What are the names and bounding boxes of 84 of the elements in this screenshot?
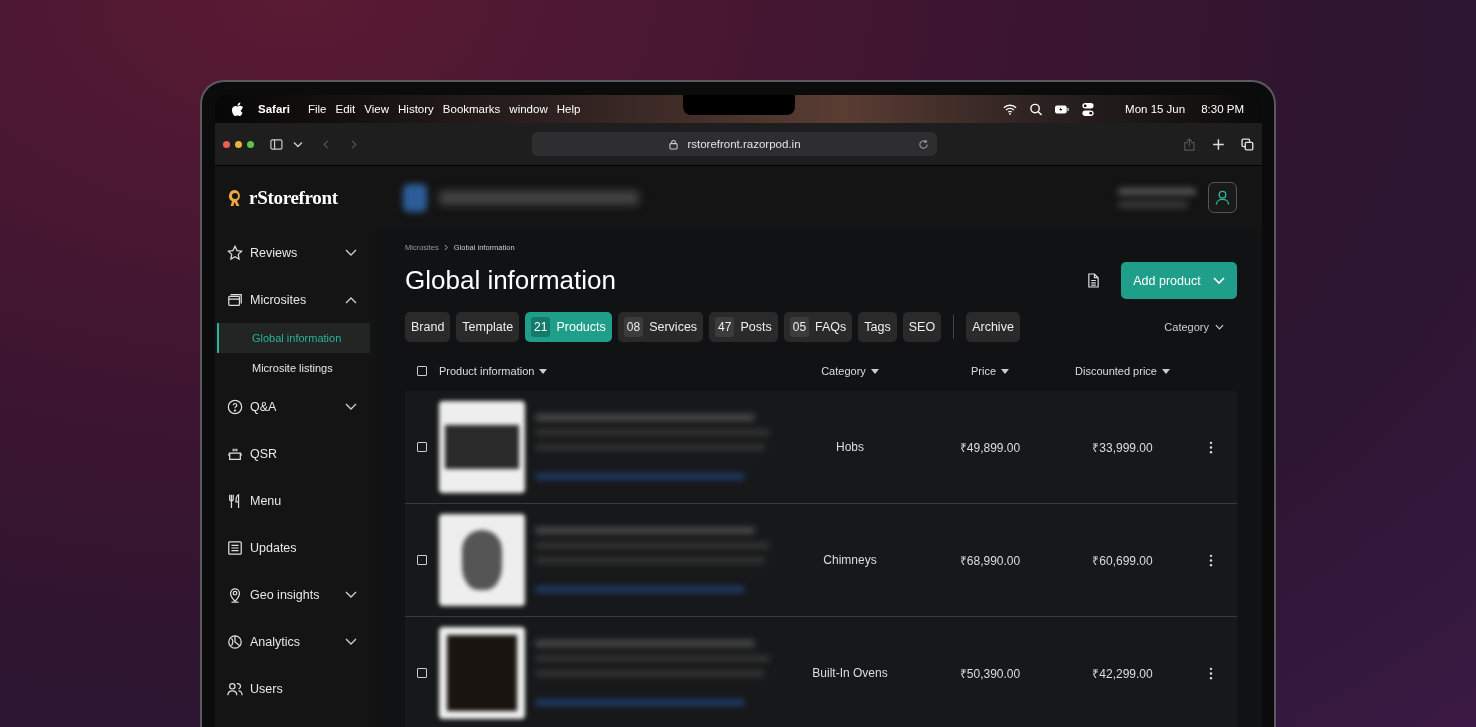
sort-caret-icon — [539, 368, 548, 374]
address-bar[interactable]: rstorefront.razorpod.in — [532, 132, 938, 156]
more-options-icon[interactable] — [1209, 440, 1213, 454]
nav-subitem[interactable]: Global information — [217, 323, 370, 353]
reload-icon[interactable] — [918, 138, 930, 150]
search-icon[interactable] — [1029, 102, 1044, 116]
nav-item[interactable]: Geo insights — [215, 571, 375, 618]
category-cell-text: Hobs — [835, 440, 865, 454]
tab[interactable]: Brand — [405, 312, 451, 342]
lock-icon — [669, 138, 679, 150]
profile-button[interactable] — [1208, 182, 1237, 213]
tab[interactable]: SEO — [902, 312, 942, 342]
category-filter[interactable]: Category — [1158, 320, 1230, 334]
window-controls-icon[interactable] — [223, 140, 254, 148]
document-list-icon — [227, 539, 243, 556]
chevron-down-icon — [1215, 324, 1224, 330]
nav-item[interactable]: QSR — [215, 430, 375, 477]
plus-icon[interactable] — [1212, 137, 1226, 151]
menu-bar-item[interactable]: View — [364, 103, 390, 115]
blurred-logo — [403, 183, 427, 212]
menu-bar-time: 8:30 PM — [1201, 103, 1244, 115]
sort-caret-icon — [1161, 368, 1170, 374]
sort-caret-icon — [870, 368, 879, 374]
sort-caret-icon — [1001, 368, 1010, 374]
nav-item[interactable]: Updates — [215, 524, 375, 571]
column-header[interactable]: Product information — [439, 365, 548, 377]
chevron-right-icon — [443, 244, 449, 251]
discounted-price-cell-text: ₹33,999.00 — [1091, 439, 1154, 456]
page-title: Global information — [405, 265, 617, 296]
category-cell-text: Chimneys — [822, 553, 878, 567]
archive-tab[interactable]: Archive — [966, 312, 1020, 342]
location-pin-icon — [227, 586, 243, 603]
row-checkbox[interactable] — [417, 442, 427, 452]
nav-item[interactable]: Users — [215, 665, 375, 712]
price-cell-text: ₹49,899.00 — [958, 439, 1022, 456]
star-icon — [227, 244, 243, 261]
column-header[interactable]: Price — [970, 365, 1010, 377]
row-checkbox[interactable] — [417, 668, 427, 678]
document-icon[interactable] — [1087, 273, 1100, 288]
nav-item[interactable]: Reviews — [215, 229, 375, 276]
more-options-icon[interactable] — [1209, 553, 1213, 567]
chevron-down-icon — [1212, 276, 1225, 285]
column-header[interactable]: Discounted price — [1075, 365, 1170, 377]
nav-item[interactable]: Analytics — [215, 618, 375, 665]
question-circle-icon — [227, 398, 243, 415]
discounted-price-cell-text: ₹42,299.00 — [1091, 665, 1154, 682]
menu-bar-item[interactable]: Edit — [335, 103, 356, 115]
brand-logo-icon — [227, 187, 243, 208]
menu-bar-date: Mon 15 Jun — [1125, 103, 1186, 115]
menu-bar-item[interactable]: Help — [556, 103, 581, 115]
category-cell-text: Built-In Ovens — [811, 666, 889, 680]
tab[interactable]: 47 Posts — [709, 312, 778, 342]
menu-bar-item[interactable]: History — [398, 103, 434, 115]
chart-pie-icon — [227, 633, 243, 650]
brand-name: rStorefront — [249, 186, 338, 209]
sidebar-toggle-icon[interactable] — [270, 137, 283, 151]
price-cell-text: ₹50,390.00 — [958, 665, 1022, 682]
nav-item[interactable]: Q&A — [215, 383, 375, 430]
chevron-down-icon[interactable] — [292, 139, 303, 149]
tabs-overview-icon[interactable] — [1241, 137, 1254, 151]
control-center-icon[interactable] — [1081, 102, 1096, 116]
nav-item[interactable]: Menu — [215, 477, 375, 524]
price-cell-text: ₹68,990.00 — [958, 552, 1022, 569]
menu-bar-item[interactable]: File — [307, 103, 327, 115]
nav-subitem[interactable]: Microsite listings — [217, 353, 370, 383]
tab[interactable]: Template — [456, 312, 520, 342]
user-icon — [1215, 190, 1230, 205]
tab[interactable]: 05 FAQs — [783, 312, 853, 342]
tab[interactable]: Tags — [858, 312, 897, 342]
menu-bar-item[interactable]: Bookmarks — [442, 103, 501, 115]
app-name[interactable]: Safari — [258, 103, 290, 115]
select-all-checkbox[interactable] — [417, 366, 427, 376]
more-options-icon[interactable] — [1209, 666, 1213, 680]
apple-logo-icon[interactable] — [231, 101, 244, 117]
users-icon — [227, 680, 243, 697]
discounted-price-cell-text: ₹60,699.00 — [1091, 552, 1154, 569]
wifi-icon[interactable] — [1003, 102, 1018, 116]
tab[interactable]: 08 Services — [617, 312, 704, 342]
row-checkbox[interactable] — [417, 555, 427, 565]
menu-bar-item[interactable]: window — [509, 103, 548, 115]
tab[interactable]: 21 Products — [525, 312, 612, 342]
nav-item[interactable]: Microsites — [215, 276, 375, 323]
column-header[interactable]: Category — [821, 365, 879, 377]
window-stack-icon — [227, 291, 243, 308]
